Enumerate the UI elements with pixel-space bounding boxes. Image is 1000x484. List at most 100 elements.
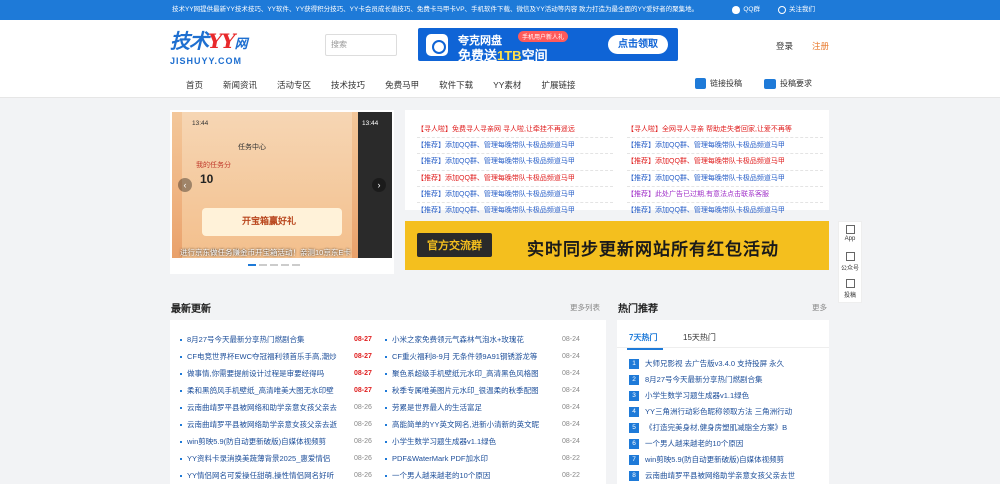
home-icon bbox=[695, 78, 706, 89]
hot-item[interactable]: 2 8月27号今天最新分享热门燃剧合集 bbox=[629, 372, 819, 388]
register-link[interactable]: 注册 bbox=[812, 40, 829, 52]
hot-link[interactable]: 一个男人越来越老的10个原因 bbox=[645, 439, 743, 448]
article-link[interactable]: win剪映5.9(防自动更新破版)自媒体视频剪 bbox=[187, 434, 347, 450]
ad-link[interactable]: 【推荐】添加QQ群、管理每晚带队卡极品频道马甲 bbox=[417, 138, 613, 155]
nav-item[interactable]: 免费马甲 bbox=[375, 76, 429, 94]
article-link[interactable]: 做事情,你需要提前设计过程是审要经得吗 bbox=[187, 366, 347, 382]
search-input[interactable]: 搜索 bbox=[325, 34, 397, 56]
ad-link[interactable]: 【推荐】添加QQ群、管理每晚带队卡极品频道马甲 bbox=[627, 171, 823, 187]
article-date: 08-26 bbox=[354, 421, 372, 428]
login-link[interactable]: 登录 bbox=[776, 40, 793, 52]
qq-group-link[interactable]: QQ群 bbox=[732, 0, 760, 20]
bullet-icon bbox=[180, 356, 182, 358]
rank-badge: 2 bbox=[629, 375, 639, 385]
hot-link[interactable]: 《打造完美身材,健身房塑肌减脂全方案》B bbox=[645, 423, 787, 432]
site-notice: 技术YY网提供最新YY技术技巧、YY软件、YY获得积分技巧、YY卡会员成长值技巧… bbox=[172, 6, 699, 13]
hot-title: 热门推荐 bbox=[618, 304, 658, 315]
follow-icon bbox=[778, 6, 786, 14]
wechat-button[interactable]: 公众号 bbox=[839, 249, 861, 276]
promo-banner[interactable]: 官方交流群 实时同步更新网站所有红包活动 bbox=[405, 221, 829, 270]
hot-item[interactable]: 7 win剪映5.9(防自动更新破版)自媒体视频剪 bbox=[629, 452, 819, 468]
hot-item[interactable]: 8 云南曲靖罗平县被网络助学亲意女孩父亲去世 bbox=[629, 468, 819, 484]
hot-link[interactable]: 大师兄影视 去广告版v3.4.0 支持投屏 永久 bbox=[645, 359, 784, 368]
nav-item[interactable]: YY素材 bbox=[483, 76, 531, 94]
ad-link[interactable]: 【推荐】添加QQ群、管理每晚带队卡极品频道马甲 bbox=[417, 187, 613, 204]
article-link[interactable]: 云南曲靖罗平县被网络助学亲意女孩父亲去逝 bbox=[187, 417, 347, 433]
link-submit-link[interactable]: 链接投稿 bbox=[695, 78, 742, 89]
latest-title: 最新更新 bbox=[171, 304, 211, 315]
ad-link[interactable]: 【寻人啦】免费寻人寻亲网 寻人啦,让牵挂不再遥远 bbox=[417, 122, 613, 139]
article-link[interactable]: 聚色系超级手机壁纸元水印_高清黑色风格图 bbox=[392, 366, 552, 382]
hot-item[interactable]: 5 《打造完美身材,健身房塑肌减脂全方案》B bbox=[629, 420, 819, 436]
bullet-icon bbox=[385, 424, 387, 426]
latest-more-link[interactable]: 更多列表 bbox=[570, 302, 600, 313]
ad-link[interactable]: 【推荐】添加QQ群、管理每晚带队卡极品频道马甲 bbox=[627, 138, 823, 155]
nav-item[interactable]: 扩展链接 bbox=[531, 76, 585, 94]
qrcode-icon bbox=[845, 225, 855, 234]
hot-link[interactable]: YY三角洲行动彩色昵称领取方法 三角洲行动 bbox=[645, 407, 792, 416]
hot-item[interactable]: 6 一个男人越来越老的10个原因 bbox=[629, 436, 819, 452]
nav-item[interactable]: 活动专区 bbox=[267, 76, 321, 94]
ad-link[interactable]: 【推荐】此处广告已过期,有意法点击联系客服 bbox=[627, 187, 823, 204]
ad-link[interactable]: 【推荐】添加QQ群、管理每晚带队卡极品频道马甲 bbox=[417, 171, 613, 187]
nav-item[interactable]: 新闻资讯 bbox=[213, 76, 267, 94]
article-link[interactable]: 柔和黑鸽风手机壁纸_高清唯美大图无水印壁 bbox=[187, 383, 347, 399]
nav-item[interactable]: 软件下载 bbox=[429, 76, 483, 94]
article-link[interactable]: CF电竞世界杯EWC夺冠福利领首乐手高,潮炒 bbox=[187, 349, 347, 365]
hot-item[interactable]: 3 小学生数学习题生成器v1.1绿色 bbox=[629, 388, 819, 404]
hot-more-link[interactable]: 更多 bbox=[812, 302, 827, 313]
article-date: 08-24 bbox=[562, 370, 580, 377]
hot-item[interactable]: 1 大师兄影视 去广告版v3.4.0 支持投屏 永久 bbox=[629, 356, 819, 372]
feedback-button[interactable]: 投稿 bbox=[839, 276, 861, 303]
article-link[interactable]: PDF&WaterMark PDF加水印 bbox=[392, 451, 552, 467]
article-date: 08-24 bbox=[562, 353, 580, 360]
article-link[interactable]: 秋季专属唯美图片元水印_很温柔的秋季配图 bbox=[392, 383, 552, 399]
article-link[interactable]: 劳累是世界最人的生活富足 bbox=[392, 400, 552, 416]
hot-link[interactable]: 8月27号今天最新分享热门燃剧合集 bbox=[645, 375, 763, 384]
article-link[interactable]: 云南曲靖罗平县被网络和助学亲意女孩父亲去 bbox=[187, 400, 347, 416]
tab-15days[interactable]: 15天热门 bbox=[683, 332, 716, 343]
hot-link[interactable]: win剪映5.9(防自动更新破版)自媒体视频剪 bbox=[645, 455, 784, 464]
article-link[interactable]: 小米之家免费领元气森林气泡水+玫瑰花 bbox=[392, 332, 552, 348]
claim-button[interactable]: 点击领取 bbox=[608, 35, 668, 54]
bullet-icon bbox=[180, 424, 182, 426]
ad-link[interactable]: 【推荐】添加QQ群、管理每晚带队卡极品频道马甲 bbox=[417, 203, 613, 218]
article-link[interactable]: 高能简单的YY英文网名,进新小清新的英文昵 bbox=[392, 417, 552, 433]
article-link[interactable]: 一个男人越来越老的10个原因 bbox=[392, 468, 552, 484]
rank-badge: 8 bbox=[629, 471, 639, 481]
submit-rules-link[interactable]: 投稿要求 bbox=[764, 78, 812, 89]
ad-link[interactable]: 【推荐】添加QQ群、管理每晚带队卡极品频道马甲 bbox=[627, 203, 823, 218]
prev-arrow-icon[interactable]: ‹ bbox=[178, 178, 192, 192]
site-logo[interactable]: 技术YY网 JISHUYY.COM bbox=[170, 30, 250, 68]
next-arrow-icon[interactable]: › bbox=[372, 178, 386, 192]
latest-list: 8月27号今天最新分享热门燃剧合集 08-27 小米之家免费领元气森林气泡水+玫瑰花… bbox=[170, 320, 606, 484]
article-link[interactable]: YY情侣网名可爱操任甜萌,操性情侣网名好听 bbox=[187, 468, 347, 484]
article-link[interactable]: CF重火福利8-9月 无条件领9A91钢锈游龙等 bbox=[392, 349, 552, 365]
list-item: win剪映5.9(防自动更新破版)自媒体视频剪 08-26 小学生数学习题生成器v1… bbox=[170, 434, 606, 450]
bullet-icon bbox=[385, 339, 387, 341]
article-date: 08-24 bbox=[562, 438, 580, 445]
hot-list: 7天热门 15天热门 1 大师兄影视 去广告版v3.4.0 支持投屏 永久 2 8月2… bbox=[617, 320, 829, 484]
article-date: 08-24 bbox=[562, 404, 580, 411]
hot-item[interactable]: 4 YY三角洲行动彩色昵称领取方法 三角洲行动 bbox=[629, 404, 819, 420]
hot-link[interactable]: 小学生数学习题生成器v1.1绿色 bbox=[645, 391, 749, 400]
app-button[interactable]: App bbox=[839, 222, 861, 249]
article-link[interactable]: 8月27号今天最新分享热门燃剧合集 bbox=[187, 332, 347, 348]
nav-item[interactable]: 技术技巧 bbox=[321, 76, 375, 94]
ad-link[interactable]: 【寻人啦】全网寻人寻亲 帮助走失者回家,让爱不再等 bbox=[627, 122, 823, 139]
article-date: 08-24 bbox=[562, 421, 580, 428]
quark-banner-ad[interactable]: 夸克网盘 手机用户新人礼 免费送1TB空间 点击领取 bbox=[418, 28, 678, 61]
article-link[interactable]: 小学生数学习题生成器v1.1绿色 bbox=[392, 434, 552, 450]
article-date: 08-24 bbox=[562, 336, 580, 343]
ad-link[interactable]: 【推荐】添加QQ群、管理每晚带队卡极品频道马甲 bbox=[627, 154, 823, 171]
bullet-icon bbox=[385, 407, 387, 409]
image-slider[interactable]: 13:44 任务中心 我的任务分 10 开宝箱赢好礼 13:44 进行京东做任务… bbox=[170, 110, 394, 274]
slider-dots[interactable] bbox=[248, 264, 300, 266]
follow-us-link[interactable]: 关注我们 bbox=[778, 0, 815, 20]
nav-item[interactable]: 首页 bbox=[170, 76, 213, 94]
article-link[interactable]: YY资料卡录消换美蔬薄背景2025_惠爱情侣 bbox=[187, 451, 347, 467]
slide-image[interactable]: 13:44 任务中心 我的任务分 10 开宝箱赢好礼 13:44 进行京东做任务… bbox=[172, 112, 392, 258]
tab-7days[interactable]: 7天热门 bbox=[626, 332, 664, 350]
ad-link[interactable]: 【推荐】添加QQ群、管理每晚带队卡极品频道马甲 bbox=[417, 154, 613, 171]
hot-link[interactable]: 云南曲靖罗平县被网络助学亲意女孩父亲去世 bbox=[645, 471, 795, 480]
